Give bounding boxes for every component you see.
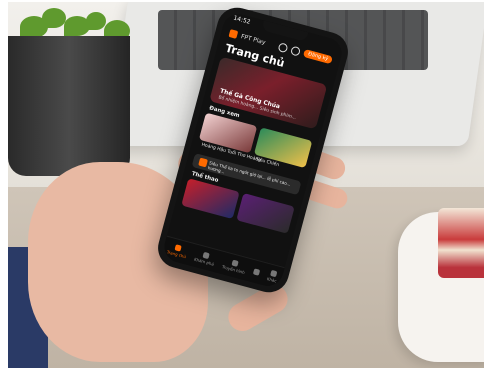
app-logo [228, 29, 239, 39]
status-time: 14:52 [232, 14, 252, 26]
bell-icon[interactable] [290, 45, 302, 57]
nav-item-explore[interactable]: Khám phá [194, 250, 217, 267]
nav-label: Trang chủ [166, 249, 187, 260]
plant-pot [8, 36, 130, 176]
nav-label: Khác [266, 276, 278, 284]
leaf [42, 8, 66, 28]
nav-item-home[interactable]: Trang chủ [166, 243, 188, 260]
photo-scene: 14:52 FPT Play Đăng ký Trang chủ Thế Gà … [8, 2, 484, 368]
cake [438, 208, 484, 278]
content-card[interactable] [181, 178, 240, 220]
content-card[interactable] [236, 193, 295, 234]
nav-item-more[interactable]: Khác [266, 269, 279, 283]
nav-item-tv[interactable]: Truyền hình [221, 257, 247, 275]
nav-label: Khám phá [193, 256, 215, 267]
leaf [86, 12, 106, 30]
register-button[interactable]: Đăng ký [303, 49, 333, 65]
nav-item-grid[interactable] [253, 267, 261, 276]
app-brand: FPT Play [240, 32, 267, 46]
search-icon[interactable] [278, 41, 290, 53]
grid-icon [253, 267, 261, 276]
